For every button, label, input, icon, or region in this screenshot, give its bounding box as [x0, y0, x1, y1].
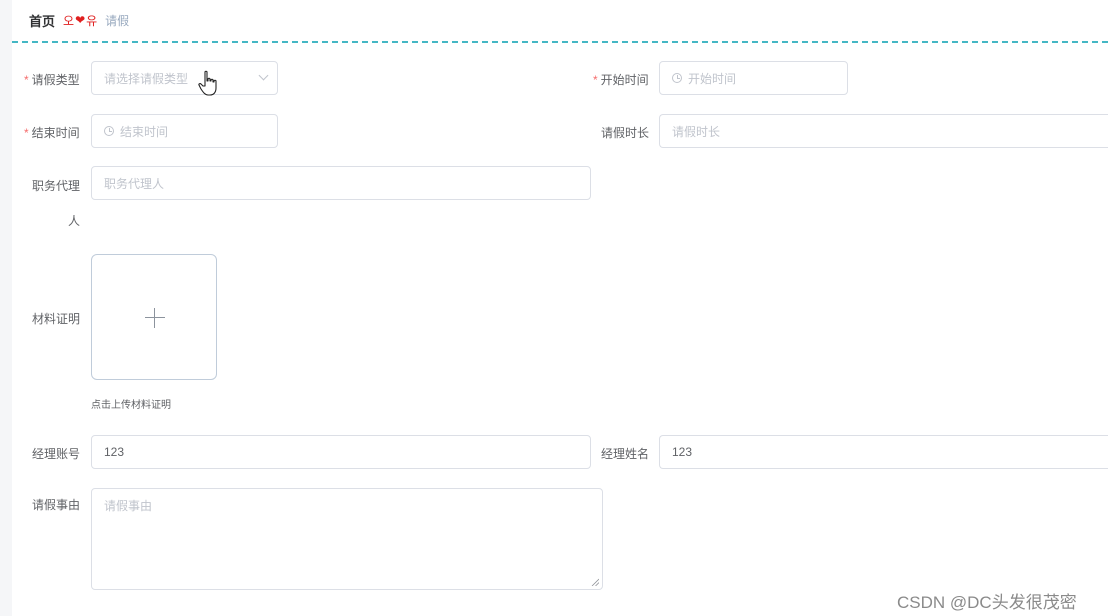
reason-label: 请假事由: [32, 498, 81, 512]
breadcrumb-separator: 오 ❤ 유: [63, 12, 97, 29]
breadcrumb: 首页 오 ❤ 유 请假: [29, 11, 129, 29]
breadcrumb-home[interactable]: 首页: [29, 11, 55, 30]
end-time-placeholder: 结束时间: [120, 124, 169, 139]
upload-tip: 点击上传材料证明: [91, 400, 171, 411]
manager-account-value: 123: [104, 445, 125, 459]
reason-textarea[interactable]: 请假事由: [91, 488, 603, 590]
agent-label-line2: 人: [68, 214, 81, 228]
end-time-picker[interactable]: 结束时间: [91, 114, 278, 148]
manager-account-label: 经理账号: [32, 447, 81, 461]
plus-icon: [145, 317, 165, 318]
start-time-label: * 开始时间: [593, 73, 649, 87]
leave-type-label: * 请假类型: [24, 73, 80, 87]
material-label: 材料证明: [32, 312, 81, 326]
duration-input[interactable]: 请假时长: [659, 114, 1108, 148]
end-time-label: * 结束时间: [24, 126, 80, 140]
duration-label: 请假时长: [601, 126, 650, 140]
duration-placeholder: 请假时长: [672, 124, 721, 139]
agent-placeholder: 职务代理人: [104, 176, 165, 191]
heart-icon: ❤: [75, 13, 86, 27]
leave-type-select[interactable]: 请选择请假类型: [91, 61, 278, 95]
dashed-divider: [12, 41, 1108, 43]
required-mark: *: [24, 126, 29, 140]
start-time-picker[interactable]: 开始时间: [659, 61, 848, 95]
manager-name-input[interactable]: 123: [659, 435, 1108, 469]
start-time-placeholder: 开始时间: [688, 71, 737, 86]
plus-icon-vertical: [154, 308, 155, 328]
reason-placeholder: 请假事由: [104, 499, 153, 513]
agent-input[interactable]: 职务代理人: [91, 166, 591, 200]
material-upload-box[interactable]: [91, 254, 217, 380]
resize-handle-icon[interactable]: [591, 578, 599, 586]
page-left-strip: [0, 0, 12, 616]
required-mark: *: [24, 73, 29, 87]
manager-name-value: 123: [672, 445, 693, 459]
clock-icon: [104, 126, 114, 136]
leave-type-placeholder: 请选择请假类型: [104, 71, 189, 86]
manager-account-input[interactable]: 123: [91, 435, 591, 469]
watermark: CSDN @DC头发很茂密: [897, 593, 1077, 612]
required-mark: *: [593, 73, 598, 87]
breadcrumb-current: 请假: [105, 13, 130, 28]
breadcrumb-separator-right: 유: [86, 13, 98, 28]
hand-cursor-icon: [198, 70, 217, 96]
agent-label-line1: 职务代理: [32, 179, 81, 193]
clock-icon: [672, 73, 682, 83]
breadcrumb-separator-left: 오: [63, 13, 75, 28]
chevron-down-icon: [258, 70, 269, 81]
manager-name-label: 经理姓名: [601, 447, 650, 461]
